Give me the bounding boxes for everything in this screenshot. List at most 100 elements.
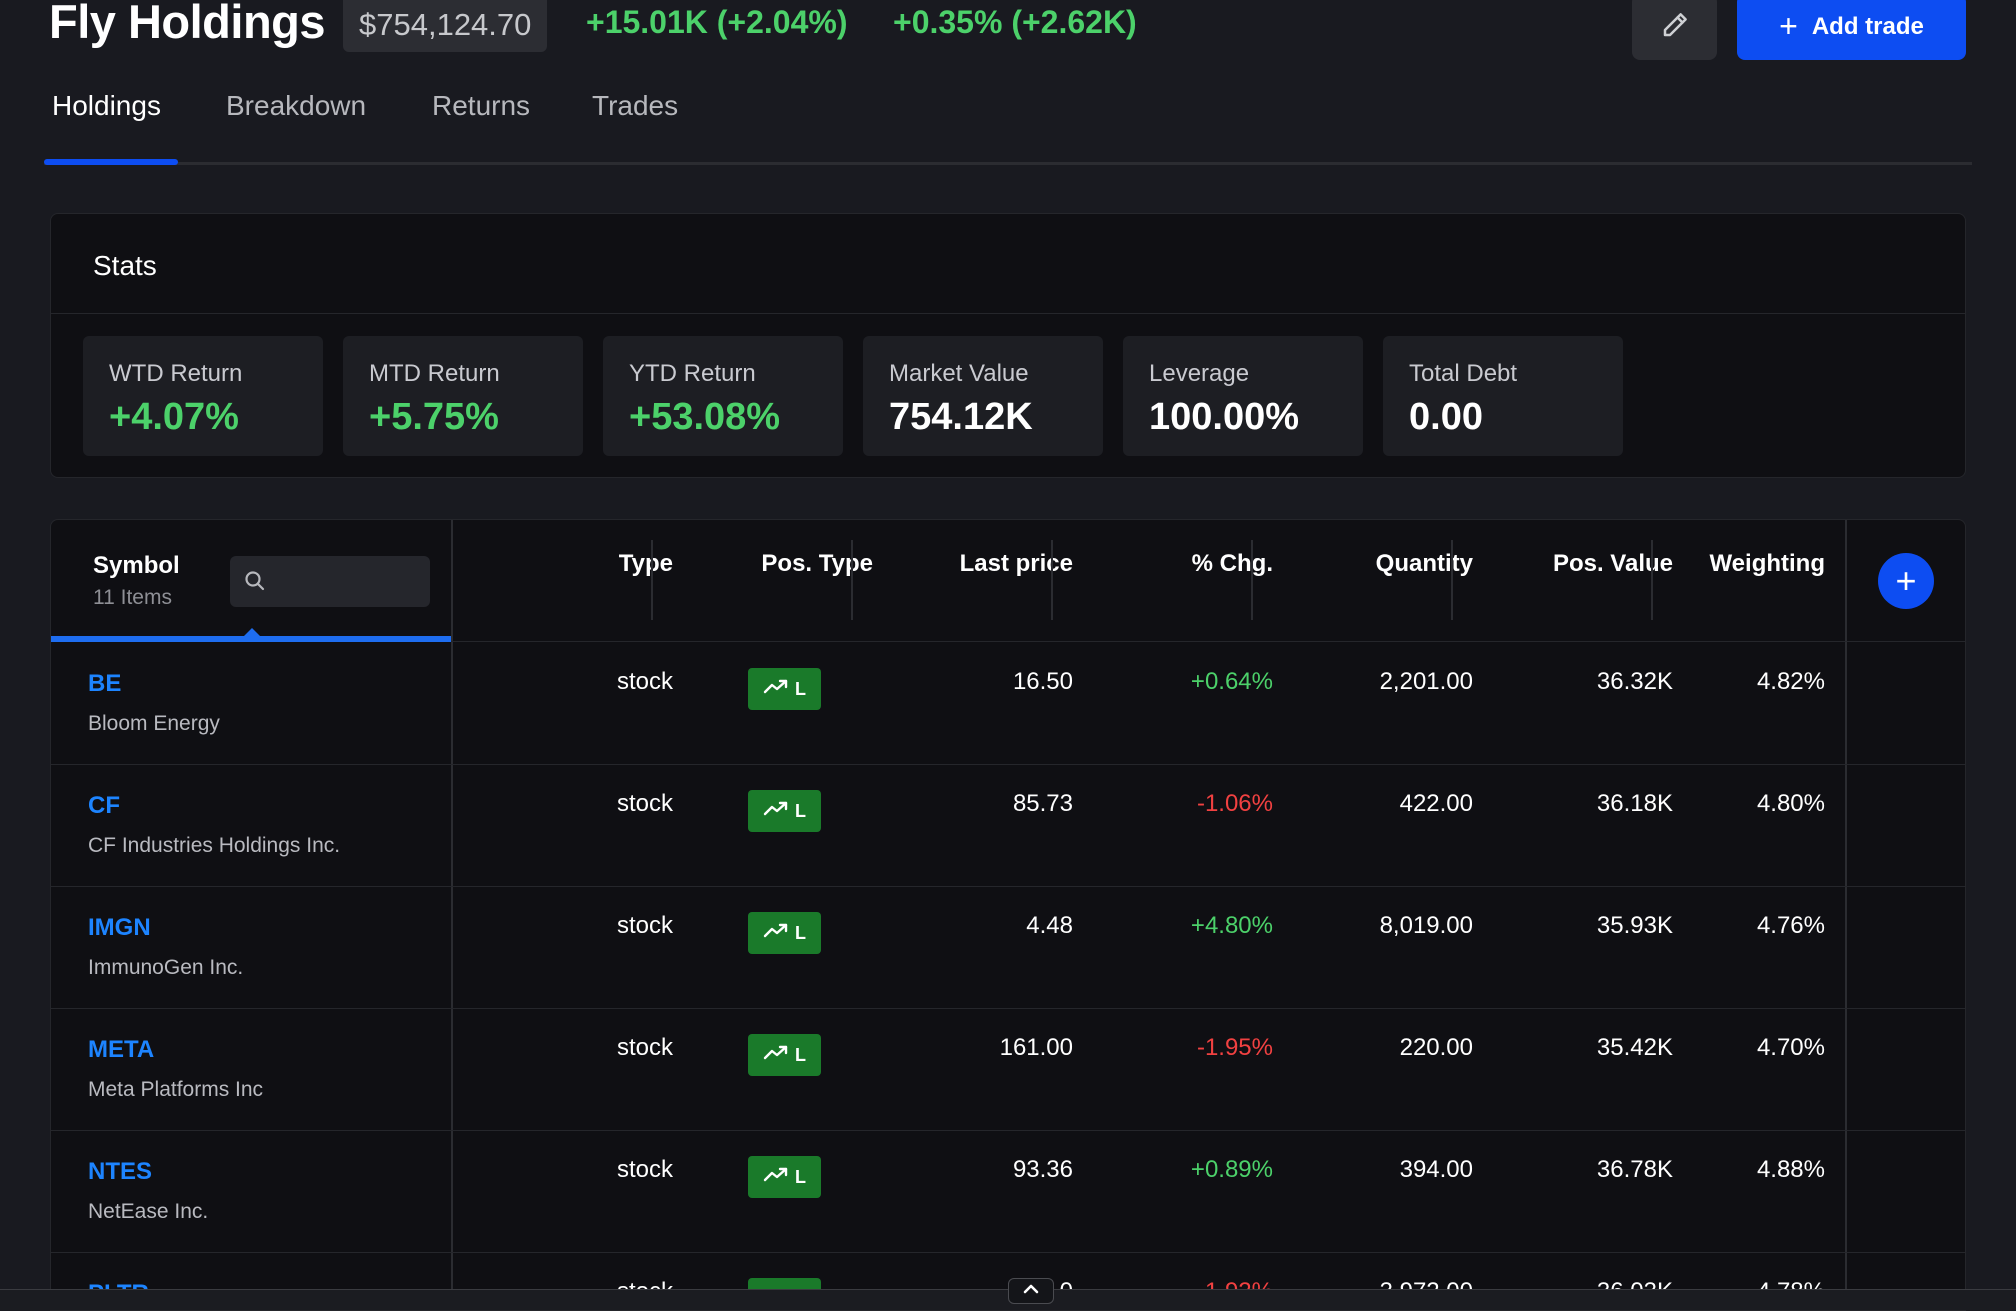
chevron-up-icon xyxy=(1022,1282,1040,1300)
cell-quantity: 8,019.00 xyxy=(1379,912,1473,939)
stat-value: +5.75% xyxy=(369,396,499,438)
cell-type: stock xyxy=(616,790,673,817)
sort-indicator-caret xyxy=(244,628,260,636)
cell-last-price: 161.00 xyxy=(999,1034,1073,1061)
symbol-link[interactable]: META xyxy=(88,1036,154,1064)
symbol-search-input[interactable] xyxy=(230,556,430,607)
cell-quantity: 394.00 xyxy=(1399,1156,1473,1183)
cell-pct-change: +0.89% xyxy=(1190,1156,1273,1183)
stat-wtd-return: WTD Return +4.07% xyxy=(83,336,323,456)
table-row[interactable]: BE Bloom Energy stock L 16.50 +0.64% 2,2… xyxy=(51,642,1965,765)
pos-type-badge: L xyxy=(748,912,821,954)
portfolio-header: Fly Holdings $754,124.70 +15.01K (+2.04%… xyxy=(0,0,2016,70)
trending-up-icon xyxy=(763,923,789,944)
symbol-link[interactable]: BE xyxy=(88,670,121,698)
stat-value: 754.12K xyxy=(889,396,1033,438)
pencil-icon xyxy=(1660,10,1690,45)
stat-label: Leverage xyxy=(1149,360,1250,387)
cell-pos-value: 36.32K xyxy=(1596,668,1673,695)
cell-pct-change: -1.95% xyxy=(1196,1034,1273,1061)
stat-value: +4.07% xyxy=(109,396,239,438)
trending-up-icon xyxy=(763,1045,789,1066)
table-row[interactable]: CF CF Industries Holdings Inc. stock L 8… xyxy=(51,764,1965,887)
tab-breakdown[interactable]: Breakdown xyxy=(226,90,366,122)
tab-trades[interactable]: Trades xyxy=(592,90,678,122)
cell-pct-change: -1.06% xyxy=(1196,790,1273,817)
expand-panel-button[interactable] xyxy=(1008,1278,1054,1304)
stat-market-value: Market Value 754.12K xyxy=(863,336,1103,456)
company-name: CF Industries Holdings Inc. xyxy=(88,834,341,857)
tab-holdings[interactable]: Holdings xyxy=(52,90,161,122)
column-header-pos-type[interactable]: Pos. Type xyxy=(761,550,873,578)
symbol-link[interactable]: CF xyxy=(88,792,120,820)
stat-label: MTD Return xyxy=(369,360,500,387)
portfolio-title: Fly Holdings xyxy=(49,0,326,48)
cell-weighting: 4.80% xyxy=(1756,790,1825,817)
table-row[interactable]: IMGN ImmunoGen Inc. stock L 4.48 +4.80% … xyxy=(51,886,1965,1009)
cell-weighting: 4.76% xyxy=(1756,912,1825,939)
cell-quantity: 220.00 xyxy=(1399,1034,1473,1061)
column-divider xyxy=(1651,540,1653,620)
tab-returns[interactable]: Returns xyxy=(432,90,530,122)
edit-portfolio-button[interactable] xyxy=(1632,0,1717,60)
stat-label: Total Debt xyxy=(1409,360,1518,387)
company-name: NetEase Inc. xyxy=(88,1200,209,1223)
cell-pos-value: 36.78K xyxy=(1596,1156,1673,1183)
column-divider xyxy=(1251,540,1253,620)
day-change: +15.01K (+2.04%) xyxy=(586,4,848,40)
stats-title: Stats xyxy=(93,250,157,281)
stat-value: 100.00% xyxy=(1149,396,1300,438)
stat-ytd-return: YTD Return +53.08% xyxy=(603,336,843,456)
stat-total-debt: Total Debt 0.00 xyxy=(1383,336,1623,456)
cell-last-price: 93.36 xyxy=(1012,1156,1073,1183)
column-header-pct-change[interactable]: % Chg. xyxy=(1192,550,1273,578)
pos-type-label: L xyxy=(795,1166,806,1187)
symbol-link[interactable]: IMGN xyxy=(88,914,151,942)
pos-type-label: L xyxy=(795,678,806,699)
item-count: 11 Items xyxy=(93,586,172,609)
symbol-column-header[interactable]: Symbol 11 Items xyxy=(51,520,453,642)
column-header-last-price[interactable]: Last price xyxy=(960,550,1073,578)
column-divider xyxy=(851,540,853,620)
portfolio-tabs: Holdings Breakdown Returns Trades xyxy=(44,90,1972,165)
add-column-button[interactable]: + xyxy=(1878,553,1934,609)
cell-pos-value: 35.42K xyxy=(1596,1034,1673,1061)
add-trade-label: Add trade xyxy=(1811,13,1924,40)
trending-up-icon xyxy=(763,1167,789,1188)
column-header-quantity[interactable]: Quantity xyxy=(1376,550,1473,578)
pos-type-badge: L xyxy=(748,790,821,832)
stats-header: Stats xyxy=(51,214,1965,314)
cell-type: stock xyxy=(616,1034,673,1061)
add-trade-button[interactable]: + Add trade xyxy=(1737,0,1966,60)
cell-type: stock xyxy=(616,668,673,695)
pos-type-badge: L xyxy=(748,1034,821,1076)
pos-type-badge: L xyxy=(748,1156,821,1198)
stat-label: Market Value xyxy=(889,360,1029,387)
symbol-link[interactable]: NTES xyxy=(88,1158,152,1186)
stat-mtd-return: MTD Return +5.75% xyxy=(343,336,583,456)
column-header-type[interactable]: Type xyxy=(619,550,673,578)
column-header-weighting[interactable]: Weighting xyxy=(1709,550,1825,578)
cell-weighting: 4.70% xyxy=(1756,1034,1825,1061)
pos-type-label: L xyxy=(795,922,806,943)
stat-leverage: Leverage 100.00% xyxy=(1123,336,1363,456)
cell-quantity: 2,201.00 xyxy=(1379,668,1473,695)
stat-label: WTD Return xyxy=(109,360,243,387)
stat-value: 0.00 xyxy=(1409,396,1483,438)
cell-last-price: 16.50 xyxy=(1012,668,1073,695)
plus-icon: + xyxy=(1779,7,1798,44)
table-row[interactable]: NTES NetEase Inc. stock L 93.36 +0.89% 3… xyxy=(51,1130,1965,1253)
cell-last-price: 85.73 xyxy=(1012,790,1073,817)
cell-pct-change: +0.64% xyxy=(1190,668,1273,695)
company-name: Meta Platforms Inc xyxy=(88,1078,264,1101)
table-header: Symbol 11 Items Type Pos. Type Last pric… xyxy=(51,520,1965,642)
period-change: +0.35% (+2.62K) xyxy=(893,4,1137,40)
trending-up-icon xyxy=(763,801,789,822)
cell-weighting: 4.82% xyxy=(1756,668,1825,695)
pos-type-label: L xyxy=(795,1044,806,1065)
company-name: ImmunoGen Inc. xyxy=(88,956,244,979)
stat-value: +53.08% xyxy=(629,396,781,438)
table-row[interactable]: META Meta Platforms Inc stock L 161.00 -… xyxy=(51,1008,1965,1131)
column-header-pos-value[interactable]: Pos. Value xyxy=(1553,550,1673,578)
active-tab-indicator xyxy=(44,159,178,165)
